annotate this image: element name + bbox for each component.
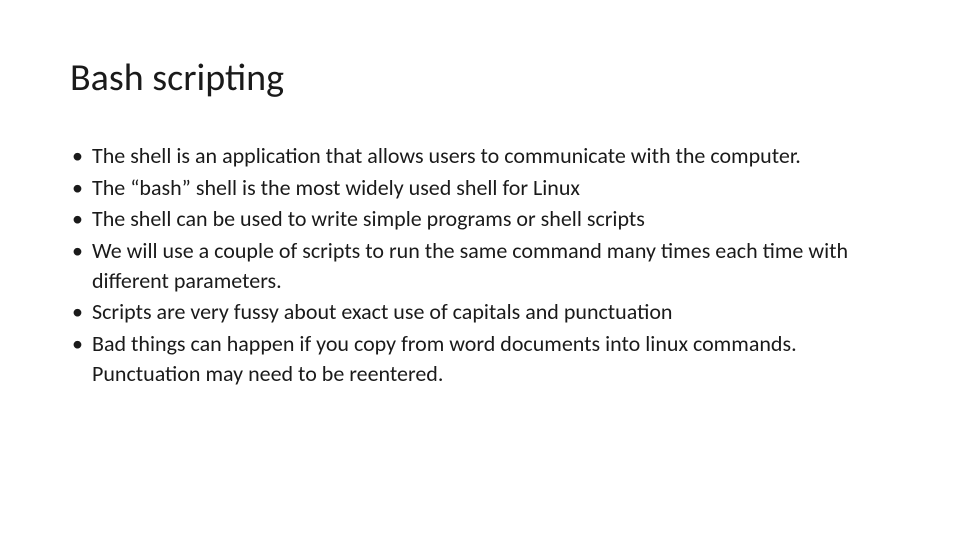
list-item: The shell is an application that allows … <box>70 141 890 171</box>
slide-title: Bash scripting <box>70 55 890 101</box>
list-item: Bad things can happen if you copy from w… <box>70 329 890 388</box>
list-item: Scripts are very fussy about exact use o… <box>70 297 890 327</box>
list-item: The shell can be used to write simple pr… <box>70 204 890 234</box>
list-item: The “bash” shell is the most widely used… <box>70 173 890 203</box>
bullet-list: The shell is an application that allows … <box>70 141 890 389</box>
list-item: We will use a couple of scripts to run t… <box>70 236 890 295</box>
